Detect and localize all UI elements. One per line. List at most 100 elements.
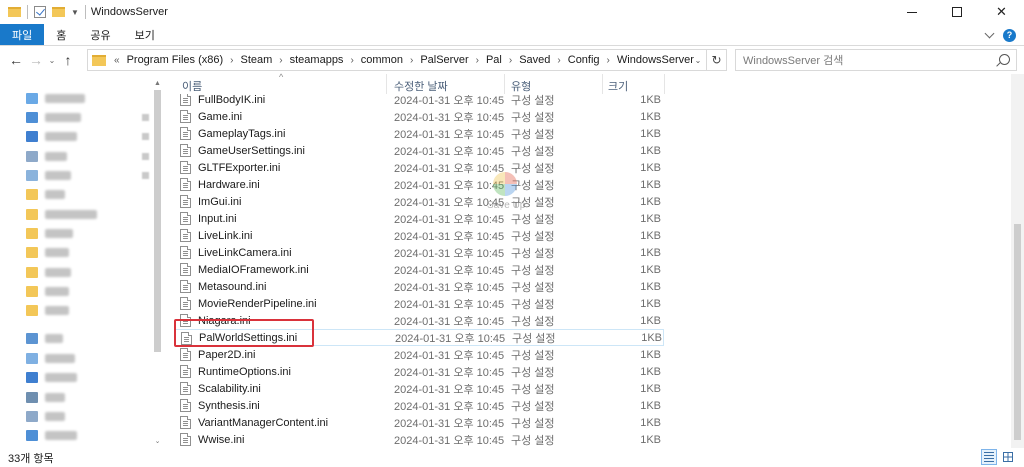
- search-placeholder[interactable]: WindowsServer 검색: [743, 52, 843, 68]
- refresh-icon[interactable]: ↻: [706, 50, 726, 70]
- table-row[interactable]: GameUserSettings.ini 2024-01-31 오후 10:45 구…: [174, 142, 664, 159]
- search-box[interactable]: WindowsServer 검색: [735, 49, 1017, 71]
- nav-item-downloads[interactable]: [26, 128, 77, 144]
- nav-item-videos[interactable]: [26, 389, 65, 405]
- breadcrumb-separator-icon[interactable]: ›: [607, 55, 610, 66]
- nav-pane-scrollbar[interactable]: ▲ ⌄: [153, 80, 162, 445]
- navigation-bar: ← → ⌄ ↑ « Program Files (x86) › Steam › …: [0, 46, 1024, 74]
- details-view-button[interactable]: [981, 449, 997, 465]
- breadcrumb-item[interactable]: WindowsServer: [617, 54, 694, 66]
- tab-home[interactable]: 홈: [44, 24, 78, 45]
- breadcrumb-item[interactable]: Steam: [240, 54, 272, 66]
- column-divider[interactable]: [386, 74, 387, 94]
- customize-dropdown-icon[interactable]: ▼: [71, 8, 79, 17]
- table-row[interactable]: Synthesis.ini 2024-01-31 오후 10:45 구성 설정 1KB: [174, 397, 664, 414]
- breadcrumb-separator-icon[interactable]: ›: [279, 55, 282, 66]
- search-icon[interactable]: [999, 54, 1010, 65]
- nav-item-downloads[interactable]: [26, 369, 77, 385]
- breadcrumb-separator-icon[interactable]: ›: [509, 55, 512, 66]
- nav-item-folder[interactable]: [26, 302, 69, 318]
- column-divider[interactable]: [602, 74, 603, 94]
- breadcrumb-separator-icon[interactable]: ›: [557, 55, 560, 66]
- breadcrumb-item[interactable]: common: [361, 54, 403, 66]
- tab-file[interactable]: 파일: [0, 24, 45, 45]
- minimize-button[interactable]: [889, 0, 934, 24]
- column-divider[interactable]: [664, 74, 665, 94]
- new-folder-icon[interactable]: [52, 7, 65, 17]
- table-row[interactable]: GLTFExporter.ini 2024-01-31 오후 10:45 구성 설정…: [174, 159, 664, 176]
- table-row[interactable]: Scalability.ini 2024-01-31 오후 10:45 구성 설정 1…: [174, 380, 664, 397]
- breadcrumb-item[interactable]: Pal: [486, 54, 502, 66]
- nav-item-folder[interactable]: [26, 264, 71, 280]
- properties-icon[interactable]: [34, 6, 46, 18]
- nav-label-redacted: [45, 333, 63, 343]
- nav-item-folder[interactable]: [26, 283, 69, 299]
- nav-item-desktop[interactable]: [26, 109, 81, 125]
- tab-share[interactable]: 공유: [78, 24, 122, 45]
- nav-item-this-pc[interactable]: [26, 330, 63, 346]
- close-button[interactable]: ✕: [979, 0, 1024, 24]
- scroll-down-icon[interactable]: ⌄: [153, 437, 162, 445]
- recent-locations-button[interactable]: ⌄: [46, 50, 58, 70]
- nav-item-folder[interactable]: [26, 186, 65, 202]
- address-bar[interactable]: « Program Files (x86) › Steam › steamapp…: [87, 49, 727, 71]
- forward-button[interactable]: →: [26, 50, 46, 70]
- breadcrumb-item[interactable]: Saved: [519, 54, 550, 66]
- back-button[interactable]: ←: [6, 50, 26, 70]
- nav-item-folder[interactable]: [26, 244, 69, 260]
- breadcrumb-item[interactable]: Config: [568, 54, 600, 66]
- table-row[interactable]: Hardware.ini 2024-01-31 오후 10:45 구성 설정 1KB: [174, 176, 664, 193]
- table-row[interactable]: Wwise.ini 2024-01-31 오후 10:45 구성 설정 1KB: [174, 431, 664, 448]
- table-row[interactable]: LiveLink.ini 2024-01-31 오후 10:45 구성 설정 1KB: [174, 227, 664, 244]
- nav-item-desktop[interactable]: [26, 427, 77, 443]
- table-row[interactable]: ImGui.ini 2024-01-31 오후 10:45 구성 설정 1KB: [174, 193, 664, 210]
- up-button[interactable]: ↑: [58, 50, 78, 70]
- column-header-date[interactable]: 수정한 날짜: [394, 78, 448, 94]
- folder-icon: [26, 188, 38, 200]
- breadcrumb-separator-icon[interactable]: ›: [410, 55, 413, 66]
- pictures-icon: [26, 169, 38, 181]
- breadcrumb-separator-icon[interactable]: ›: [476, 55, 479, 66]
- column-header-type[interactable]: 유형: [511, 78, 531, 94]
- nav-item-folder[interactable]: [26, 225, 73, 241]
- file-date: 2024-01-31 오후 10:45: [394, 349, 505, 362]
- scrollbar-thumb[interactable]: [154, 90, 161, 352]
- table-row[interactable]: Input.ini 2024-01-31 오후 10:45 구성 설정 1KB: [174, 210, 664, 227]
- nav-item-documents[interactable]: [26, 148, 67, 164]
- table-row[interactable]: Game.ini 2024-01-31 오후 10:45 구성 설정 1KB: [174, 108, 664, 125]
- table-row[interactable]: FullBodyIK.ini 2024-01-31 오후 10:45 구성 설정 1K…: [174, 94, 664, 108]
- table-row[interactable]: MovieRenderPipeline.ini 2024-01-31 오후 10:…: [174, 295, 664, 312]
- expand-ribbon-icon[interactable]: [984, 28, 995, 38]
- nav-item-3d-objects[interactable]: [26, 350, 75, 366]
- large-icons-view-button[interactable]: [1000, 449, 1016, 465]
- table-row[interactable]: VariantManagerContent.ini 2024-01-31 오후 1…: [174, 414, 664, 431]
- column-divider[interactable]: [504, 74, 505, 94]
- column-header-name[interactable]: 이름: [182, 78, 202, 94]
- table-row[interactable]: Metasound.ini 2024-01-31 오후 10:45 구성 설정 1KB: [174, 278, 664, 295]
- address-dropdown-icon[interactable]: ⌄: [690, 56, 706, 65]
- nav-item-pictures[interactable]: [26, 167, 71, 183]
- file-name: LiveLink.ini: [198, 229, 253, 242]
- scrollbar-thumb[interactable]: [1014, 224, 1021, 440]
- nav-item-quick-access[interactable]: [26, 90, 85, 106]
- nav-label-redacted: [45, 430, 77, 440]
- breadcrumb-item[interactable]: PalServer: [420, 54, 468, 66]
- table-row[interactable]: LiveLinkCamera.ini 2024-01-31 오후 10:45 구성 …: [174, 244, 664, 261]
- help-icon[interactable]: ?: [1003, 28, 1016, 42]
- table-row[interactable]: Paper2D.ini 2024-01-31 오후 10:45 구성 설정 1KB: [174, 346, 664, 363]
- file-list-scrollbar[interactable]: [1011, 74, 1024, 448]
- breadcrumb-item[interactable]: steamapps: [290, 54, 344, 66]
- breadcrumb-item[interactable]: Program Files (x86): [127, 54, 224, 66]
- table-row[interactable]: GameplayTags.ini 2024-01-31 오후 10:45 구성 설정…: [174, 125, 664, 142]
- nav-item-folder[interactable]: [26, 206, 97, 222]
- tab-view[interactable]: 보기: [123, 24, 167, 45]
- scroll-up-icon[interactable]: ▲: [153, 80, 162, 87]
- nav-item-documents[interactable]: [26, 408, 65, 424]
- breadcrumb-separator-icon[interactable]: ›: [230, 55, 233, 66]
- breadcrumb-overflow[interactable]: «: [114, 55, 120, 66]
- table-row[interactable]: RuntimeOptions.ini 2024-01-31 오후 10:45 구성 …: [174, 363, 664, 380]
- column-header-size[interactable]: 크기: [608, 78, 628, 94]
- breadcrumb-separator-icon[interactable]: ›: [350, 55, 353, 66]
- table-row[interactable]: MediaIOFramework.ini 2024-01-31 오후 10:45 구…: [174, 261, 664, 278]
- maximize-button[interactable]: [934, 0, 979, 24]
